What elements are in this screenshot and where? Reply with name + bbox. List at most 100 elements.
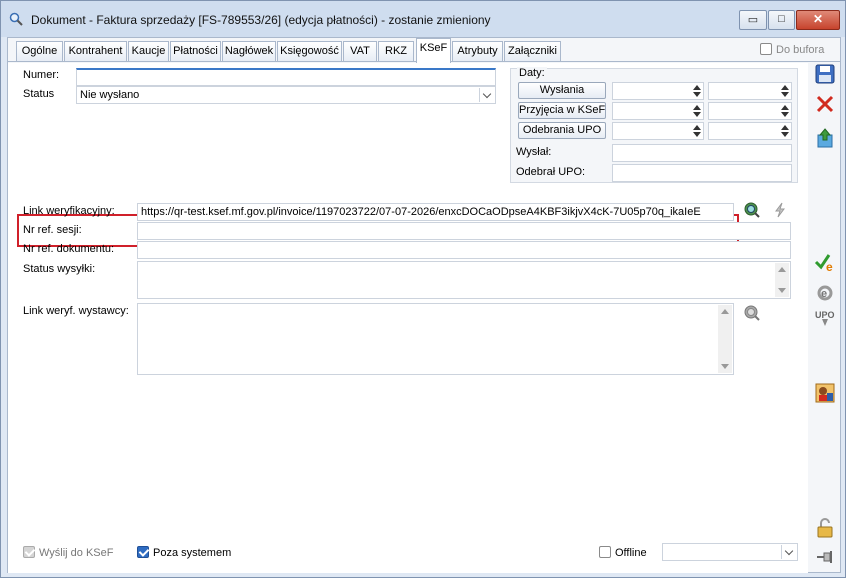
status-label: Status xyxy=(23,88,55,100)
przyjecia-time-field[interactable] xyxy=(708,102,792,120)
spin-up-icon[interactable] xyxy=(781,105,789,110)
scroll-down-icon[interactable] xyxy=(721,364,729,369)
spin-up-icon[interactable] xyxy=(781,85,789,90)
svg-text:e: e xyxy=(826,260,833,273)
export-icon[interactable] xyxy=(814,127,836,149)
scrollbar[interactable] xyxy=(718,305,732,373)
close-icon: ✕ xyxy=(812,12,824,26)
odebral-upo-field[interactable] xyxy=(612,164,792,182)
svg-text:e: e xyxy=(821,288,827,300)
close-button[interactable]: ✕ xyxy=(796,10,840,30)
wyslal-field[interactable] xyxy=(612,144,792,162)
wyslania-button[interactable]: Wysłania xyxy=(518,82,606,99)
link-weryf-wystawcy-field[interactable] xyxy=(137,303,734,375)
daty-label: Daty: xyxy=(517,67,547,79)
spin-up-icon[interactable] xyxy=(781,125,789,130)
tab-atrybuty[interactable]: Atrybuty xyxy=(452,41,503,61)
cancel-icon[interactable] xyxy=(814,93,836,115)
spin-down-icon[interactable] xyxy=(781,132,789,137)
content-area: Ogólne Kontrahent Kaucje Płatności Nagłó… xyxy=(7,37,841,573)
spin-down-icon[interactable] xyxy=(781,92,789,97)
przyjecia-button[interactable]: Przyjęcia w KSeF xyxy=(518,102,606,119)
link-weryf-wystawcy-label: Link weryf. wystawcy: xyxy=(23,305,129,317)
tab-zalaczniki[interactable]: Załączniki xyxy=(504,41,561,61)
nr-ref-sesji-field[interactable] xyxy=(137,222,791,240)
odebrania-date-field[interactable] xyxy=(612,122,704,140)
scrollbar[interactable] xyxy=(775,263,789,297)
wyslania-date-field[interactable] xyxy=(612,82,704,100)
offline-label: Offline xyxy=(615,547,647,559)
spin-up-icon[interactable] xyxy=(693,85,701,90)
title-bar: Dokument - Faktura sprzedaży [FS-789553/… xyxy=(1,1,845,37)
checkbox-box xyxy=(137,546,149,558)
nr-ref-sesji-label: Nr ref. sesji: xyxy=(23,224,82,236)
nr-ref-dokumentu-label: Nr ref. dokumentu: xyxy=(23,243,115,255)
save-icon[interactable] xyxy=(814,63,836,85)
wyslij-do-ksef-checkbox[interactable]: Wyślij do KSeF xyxy=(23,546,113,559)
poza-systemem-checkbox[interactable]: Poza systemem xyxy=(137,546,231,559)
upo-icon[interactable]: UPO xyxy=(814,307,836,329)
approve-icon[interactable]: e xyxy=(814,251,836,273)
checkbox-box xyxy=(760,43,772,55)
tab-kontrahent[interactable]: Kontrahent xyxy=(64,41,127,61)
status-value: Nie wysłano xyxy=(80,89,140,101)
wyslal-label: Wysłał: xyxy=(516,146,552,158)
nr-ref-dokumentu-field[interactable] xyxy=(137,241,791,259)
status-select[interactable]: Nie wysłano xyxy=(76,86,496,104)
spin-up-icon[interactable] xyxy=(693,125,701,130)
maximize-icon: □ xyxy=(778,13,785,25)
ksef-panel: Numer: Status Nie wysłano Daty: Wysłania… xyxy=(8,63,808,573)
pin-icon[interactable] xyxy=(814,546,836,568)
minimize-button[interactable]: ▭ xyxy=(739,10,767,30)
do-bufora-checkbox[interactable]: Do bufora xyxy=(760,43,824,56)
do-bufora-label: Do bufora xyxy=(776,44,825,56)
tab-rkz[interactable]: RKZ xyxy=(378,41,414,61)
chevron-down-icon xyxy=(479,88,494,102)
refresh-icon[interactable]: e xyxy=(814,281,836,303)
offline-checkbox[interactable]: Offline xyxy=(599,546,647,559)
spin-down-icon[interactable] xyxy=(781,112,789,117)
minimize-icon: ▭ xyxy=(747,14,759,26)
offline-select[interactable] xyxy=(662,543,798,561)
spin-down-icon[interactable] xyxy=(693,132,701,137)
wyslania-time-field[interactable] xyxy=(708,82,792,100)
chevron-down-icon xyxy=(781,545,796,559)
daty-groupbox: Daty: Wysłania Przyjęcia w KSeF Odebrani… xyxy=(510,67,798,183)
link-weryfikacyjny-label: Link weryfikacyjny: xyxy=(23,205,115,217)
tab-naglowek[interactable]: Nagłówek xyxy=(222,41,276,61)
preview-icon[interactable] xyxy=(743,201,761,219)
spin-up-icon[interactable] xyxy=(693,105,701,110)
odebrania-time-field[interactable] xyxy=(708,122,792,140)
preview-icon[interactable] xyxy=(743,304,761,322)
tab-ksiegowosc[interactable]: Księgowość xyxy=(277,41,342,61)
tab-kaucje[interactable]: Kaucje xyxy=(128,41,169,61)
spin-down-icon[interactable] xyxy=(693,112,701,117)
user-icon[interactable] xyxy=(814,382,836,404)
window-title: Dokument - Faktura sprzedaży [FS-789553/… xyxy=(31,13,491,27)
poza-systemem-label: Poza systemem xyxy=(153,547,232,559)
odebral-upo-label: Odebrał UPO: xyxy=(516,166,586,178)
lightning-icon[interactable] xyxy=(771,201,789,219)
document-window: Dokument - Faktura sprzedaży [FS-789553/… xyxy=(0,0,846,578)
scroll-down-icon[interactable] xyxy=(778,288,786,293)
tab-ogolne[interactable]: Ogólne xyxy=(16,41,63,61)
wyslij-do-ksef-label: Wyślij do KSeF xyxy=(39,547,114,559)
tab-strip: Ogólne Kontrahent Kaucje Płatności Nagłó… xyxy=(8,38,840,63)
link-weryfikacyjny-field[interactable]: https://qr-test.ksef.mf.gov.pl/invoice/1… xyxy=(137,203,734,221)
status-wysylki-label: Status wysyłki: xyxy=(23,263,96,275)
magnifier-icon xyxy=(9,12,23,26)
odebrania-button[interactable]: Odebrania UPO xyxy=(518,122,606,139)
scroll-up-icon[interactable] xyxy=(721,309,729,314)
przyjecia-date-field[interactable] xyxy=(612,102,704,120)
checkbox-box xyxy=(23,546,35,558)
spin-down-icon[interactable] xyxy=(693,92,701,97)
tab-ksef[interactable]: KSeF xyxy=(416,38,451,63)
tab-vat[interactable]: VAT xyxy=(343,41,377,61)
status-wysylki-field[interactable] xyxy=(137,261,791,299)
numer-label: Numer: xyxy=(23,69,60,81)
tab-platnosci[interactable]: Płatności xyxy=(170,41,221,61)
scroll-up-icon[interactable] xyxy=(778,267,786,272)
lock-icon[interactable] xyxy=(814,517,836,539)
numer-field[interactable] xyxy=(76,68,496,86)
maximize-button[interactable]: □ xyxy=(768,10,795,30)
